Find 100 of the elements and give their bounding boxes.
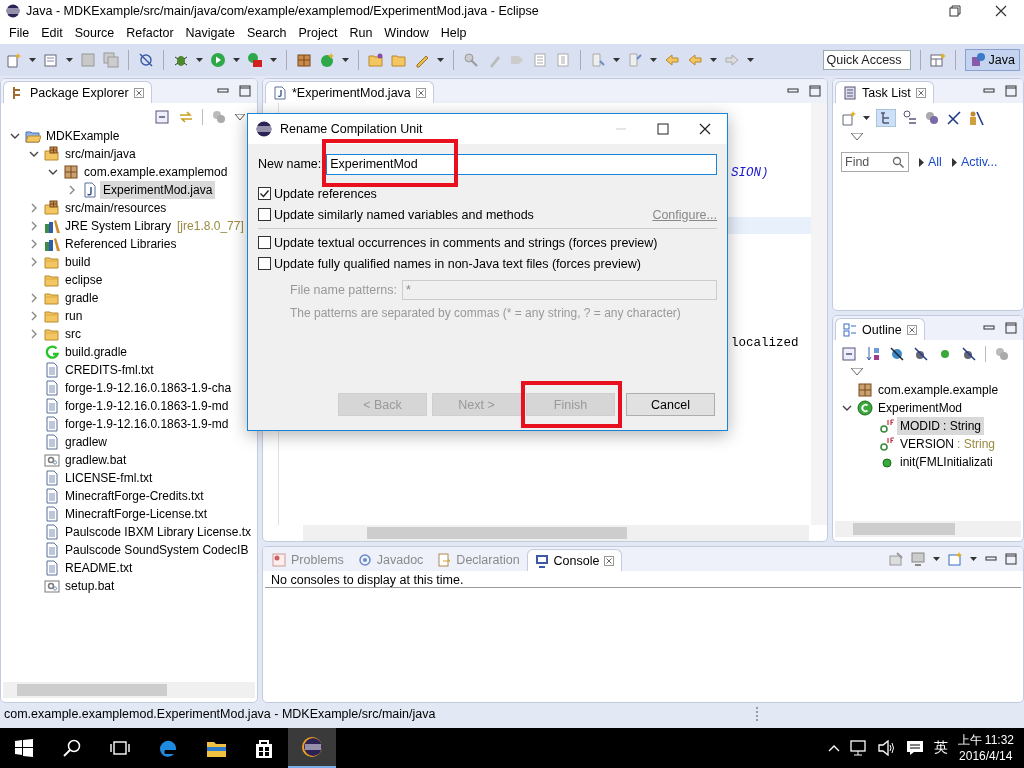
view-menu-icon[interactable] bbox=[851, 133, 863, 140]
start-icon[interactable] bbox=[15, 739, 33, 757]
menu-item[interactable]: Navigate bbox=[179, 26, 241, 40]
dropdown-caret-icon[interactable] bbox=[66, 58, 73, 62]
filter-link[interactable]: Activ... bbox=[960, 155, 998, 169]
dropdown-caret-icon[interactable] bbox=[650, 58, 657, 62]
scheduled-icon[interactable] bbox=[902, 110, 918, 126]
filter-link[interactable]: All bbox=[928, 155, 942, 169]
menu-item[interactable]: File bbox=[3, 26, 36, 40]
display-console-icon[interactable] bbox=[911, 552, 925, 566]
tree-item[interactable]: eclipse bbox=[62, 271, 106, 289]
tree-item[interactable]: Referenced Libraries bbox=[62, 235, 180, 253]
notification-icon[interactable] bbox=[905, 740, 924, 756]
checked-checkbox[interactable] bbox=[258, 187, 271, 200]
view-menu-icon[interactable] bbox=[235, 114, 245, 120]
quick-access-field[interactable]: Quick Access bbox=[822, 50, 911, 70]
editor-tab[interactable]: *ExperimentMod.java bbox=[265, 81, 434, 103]
categorized-icon[interactable] bbox=[876, 109, 896, 127]
crate-icon[interactable] bbox=[296, 52, 312, 68]
dropdown-caret-icon[interactable] bbox=[933, 557, 940, 561]
tree-item[interactable]: com.example.examplemod bbox=[81, 163, 231, 181]
tree-item[interactable]: VERSION bbox=[897, 435, 957, 453]
dropdown-caret-icon[interactable] bbox=[342, 58, 349, 62]
maximize-icon[interactable] bbox=[657, 123, 669, 135]
horizontal-scrollbar[interactable] bbox=[303, 525, 809, 541]
close-icon[interactable] bbox=[699, 123, 711, 135]
hide-completed-icon[interactable] bbox=[946, 110, 962, 126]
tree-item[interactable]: ExperimentMod bbox=[875, 399, 966, 417]
filter-icon[interactable] bbox=[924, 110, 940, 126]
tree-item[interactable]: forge-1.9-12.16.0.1863-1.9-md bbox=[62, 397, 232, 415]
dialog-button[interactable]: Cancel bbox=[626, 393, 715, 416]
dropdown-caret-icon[interactable] bbox=[747, 58, 754, 62]
checkbox-label[interactable]: Update fully qualified names in non-Java text files (forces preview) bbox=[274, 256, 641, 271]
checkbox[interactable] bbox=[258, 208, 271, 221]
maximize-icon[interactable] bbox=[1005, 322, 1017, 334]
tree-item[interactable]: gradlew.bat bbox=[62, 451, 130, 469]
dropdown-caret-icon[interactable] bbox=[29, 58, 36, 62]
tree-item[interactable]: Paulscode SoundSystem CodecIB bbox=[62, 541, 252, 559]
tree-item[interactable]: gradlew bbox=[62, 433, 111, 451]
checkbox-label[interactable]: Update references bbox=[274, 186, 377, 201]
tree-item[interactable]: JRE System Library bbox=[62, 217, 175, 235]
menu-item[interactable]: Source bbox=[68, 26, 121, 40]
tree-item[interactable]: MDKExample bbox=[43, 127, 123, 145]
dropdown-caret-icon[interactable] bbox=[270, 58, 277, 62]
hide-fields-icon[interactable] bbox=[889, 346, 905, 362]
volume-icon[interactable] bbox=[877, 740, 896, 756]
restore-icon[interactable] bbox=[949, 5, 961, 17]
tree-item[interactable]: MODID bbox=[897, 417, 943, 435]
tree-item[interactable]: CREDITS-fml.txt bbox=[62, 361, 157, 379]
tree-item[interactable]: MinecraftForge-Credits.txt bbox=[62, 487, 207, 505]
collapse-all-icon[interactable] bbox=[841, 346, 857, 362]
dropdown-caret-icon[interactable] bbox=[437, 58, 444, 62]
perspective-button[interactable]: Java bbox=[964, 49, 1020, 71]
tree-item[interactable]: build bbox=[62, 253, 94, 271]
sort-icon[interactable] bbox=[865, 346, 881, 362]
dropdown-caret-icon[interactable] bbox=[863, 116, 870, 120]
input-method-indicator[interactable]: 英 bbox=[933, 739, 948, 757]
close-icon[interactable] bbox=[995, 5, 1007, 17]
open-perspective-icon[interactable] bbox=[929, 52, 946, 68]
search-icon[interactable] bbox=[63, 739, 81, 757]
tree-item[interactable]: run bbox=[62, 307, 86, 325]
menu-item[interactable]: Edit bbox=[35, 26, 69, 40]
horizontal-scrollbar[interactable] bbox=[835, 521, 1021, 537]
checkbox-label[interactable]: Update textual occurrences in comments and strings (forces preview) bbox=[274, 235, 658, 250]
tree-item[interactable]: src/main/resources bbox=[62, 199, 170, 217]
tree-item[interactable]: forge-1.9-12.16.0.1863-1.9-cha bbox=[62, 379, 235, 397]
tree-item[interactable]: MinecraftForge-License.txt bbox=[62, 505, 211, 523]
view-tab[interactable]: Console bbox=[526, 549, 623, 571]
hide-static-icon[interactable] bbox=[913, 346, 929, 362]
new-name-field[interactable]: ExperimentMod bbox=[326, 153, 717, 175]
tree-item[interactable]: README.txt bbox=[62, 559, 136, 577]
menu-item[interactable]: Project bbox=[292, 26, 344, 40]
checkbox[interactable] bbox=[258, 257, 271, 270]
open-folder-icon[interactable] bbox=[368, 52, 384, 68]
menu-item[interactable]: Help bbox=[434, 26, 473, 40]
menu-item[interactable]: Refactor bbox=[120, 26, 180, 40]
menu-item[interactable]: Run bbox=[343, 26, 379, 40]
checkbox[interactable] bbox=[258, 236, 271, 249]
checkbox-label[interactable]: Update similarly named variables and methods bbox=[274, 207, 534, 222]
chevron-up-icon[interactable] bbox=[827, 744, 840, 752]
network-icon[interactable] bbox=[849, 740, 868, 756]
dropdown-caret-icon[interactable] bbox=[970, 557, 977, 561]
maximize-icon[interactable] bbox=[1005, 85, 1017, 97]
menu-item[interactable]: Window bbox=[378, 26, 435, 40]
tree-item[interactable]: ExperimentMod.java bbox=[100, 181, 216, 199]
taskbar-app[interactable] bbox=[288, 728, 336, 768]
dropdown-caret-icon[interactable] bbox=[233, 58, 240, 62]
tree-item[interactable]: LICENSE-fml.txt bbox=[62, 469, 156, 487]
view-menu-icon[interactable] bbox=[851, 368, 863, 375]
dropdown-caret-icon[interactable] bbox=[613, 58, 620, 62]
vertical-scrollbar[interactable] bbox=[811, 103, 827, 525]
maximize-icon[interactable] bbox=[239, 85, 251, 97]
skip-icon[interactable] bbox=[138, 52, 154, 68]
tree-item[interactable]: init(FMLInitializati bbox=[897, 453, 996, 471]
tree-item[interactable]: Paulscode IBXM Library License.tx bbox=[62, 523, 255, 541]
tree-item[interactable]: com.example.example bbox=[875, 381, 1002, 399]
tree-item[interactable]: src bbox=[62, 325, 84, 343]
tree-item[interactable]: setup.bat bbox=[62, 577, 118, 595]
task-view-icon[interactable] bbox=[110, 740, 130, 756]
menu-item[interactable]: Search bbox=[240, 26, 293, 40]
